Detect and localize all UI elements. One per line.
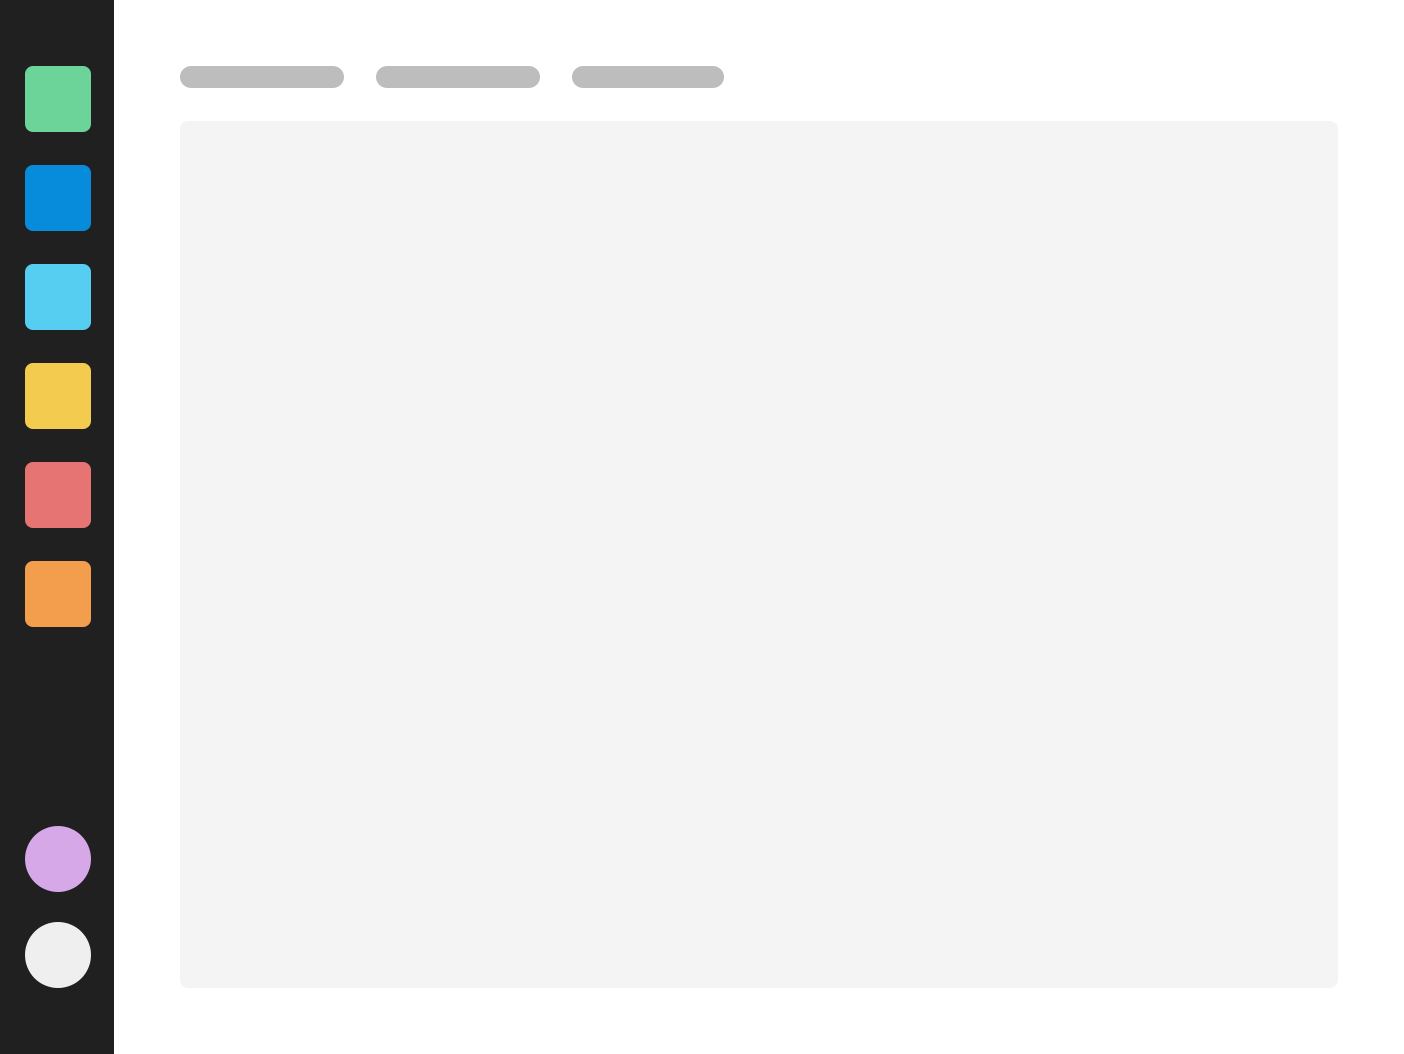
tab-2[interactable]: [376, 66, 540, 88]
sidebar-app-yellow-icon[interactable]: [25, 363, 91, 429]
content-panel: [180, 121, 1338, 988]
sidebar-app-red-icon[interactable]: [25, 462, 91, 528]
tab-3[interactable]: [572, 66, 724, 88]
sidebar-app-light-blue-icon[interactable]: [25, 264, 91, 330]
sidebar-app-orange-icon[interactable]: [25, 561, 91, 627]
sidebar: [0, 0, 114, 1054]
sidebar-app-green-icon[interactable]: [25, 66, 91, 132]
tab-1[interactable]: [180, 66, 344, 88]
user-avatar[interactable]: [25, 826, 91, 892]
sidebar-app-blue-icon[interactable]: [25, 165, 91, 231]
settings-circle-button[interactable]: [25, 922, 91, 988]
app-window: [0, 0, 1404, 1054]
main-area: [114, 0, 1404, 1054]
